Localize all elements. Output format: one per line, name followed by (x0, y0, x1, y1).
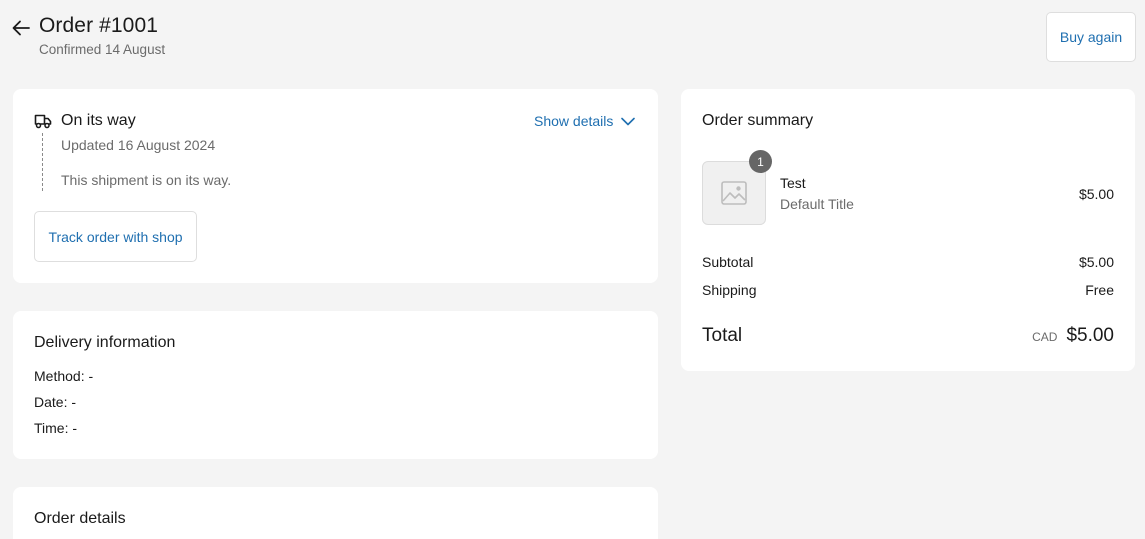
subtotal-value: $5.00 (1078, 254, 1114, 270)
show-details-toggle[interactable]: Show details (534, 113, 636, 129)
order-summary-title: Order summary (702, 112, 814, 129)
shipment-message: This shipment is on its way. (61, 172, 232, 188)
back-button[interactable] (10, 17, 32, 39)
shipping-value: Free (1085, 282, 1114, 298)
product-variant: Default Title (780, 196, 854, 212)
shipment-card: On its way Updated 16 August 2024 This s… (13, 89, 658, 283)
total-amount: CAD $5.00 (1032, 325, 1114, 347)
buy-again-button[interactable]: Buy again (1046, 12, 1136, 62)
total-label: Total (702, 325, 743, 346)
delivery-information-title: Delivery information (34, 334, 176, 351)
product-price: $5.00 (1078, 186, 1114, 202)
shipment-updated-date: Updated 16 August 2024 (61, 137, 216, 153)
track-order-button[interactable]: Track order with shop (34, 211, 197, 262)
order-confirmed-date: Confirmed 14 August (39, 42, 166, 57)
subtotal-label: Subtotal (702, 254, 754, 270)
page-header: Order #1001 Confirmed 14 August Buy agai… (0, 0, 1145, 80)
total-value: $5.00 (1066, 325, 1114, 346)
quantity-badge: 1 (749, 150, 772, 173)
order-details-title: Order details (34, 510, 126, 527)
page-title: Order #1001 (39, 14, 159, 37)
image-placeholder-icon (721, 181, 747, 205)
delivery-information-card: Delivery information Method: - Date: - T… (13, 311, 658, 459)
shipping-label: Shipping (702, 282, 757, 298)
order-status-page: Order #1001 Confirmed 14 August Buy agai… (0, 0, 1145, 539)
delivery-date: Date: - (34, 394, 77, 410)
total-currency: CAD (1032, 330, 1058, 344)
product-name: Test (780, 175, 806, 191)
arrow-left-icon (12, 20, 30, 36)
shipment-status: On its way (61, 112, 136, 129)
order-details-card: Order details (13, 487, 658, 539)
chevron-down-icon (621, 117, 636, 125)
delivery-time: Time: - (34, 420, 78, 436)
truck-icon (34, 114, 52, 129)
delivery-method: Method: - (34, 368, 94, 384)
timeline-line (42, 133, 43, 191)
order-summary-card: Order summary 1 Test Default Title $5.00… (681, 89, 1135, 371)
show-details-label: Show details (534, 113, 614, 129)
